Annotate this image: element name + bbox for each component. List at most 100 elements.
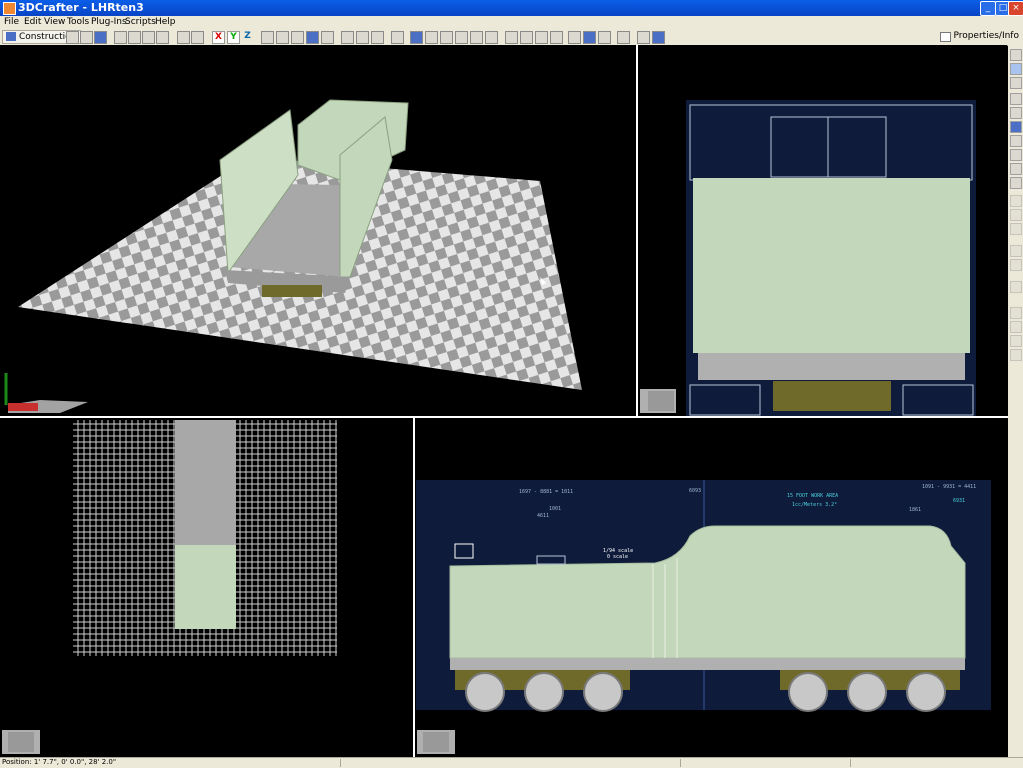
wheel-3 (583, 672, 623, 712)
blueprint-label-right-sub2: 1861 (909, 507, 921, 513)
zoom-all-icon[interactable] (291, 31, 304, 44)
fill-icon[interactable] (1010, 149, 1022, 161)
zoom-fit-icon[interactable] (261, 31, 274, 44)
help-icon[interactable] (652, 31, 665, 44)
path-icon[interactable] (425, 31, 438, 44)
lasso-icon[interactable] (1010, 77, 1022, 89)
save-icon[interactable] (94, 31, 107, 44)
split-icon[interactable] (1010, 349, 1022, 361)
new-icon[interactable] (66, 31, 79, 44)
camera-icon[interactable] (455, 31, 468, 44)
blueprint-label-center: 6093 (689, 488, 701, 494)
boolean-icon[interactable] (1010, 321, 1022, 333)
window-title: 3DCrafter - LHRten3 (18, 1, 144, 14)
perspective-viewport[interactable] (0, 45, 636, 416)
axis-icon[interactable] (1010, 177, 1022, 189)
top-model-body (175, 545, 236, 629)
blueprint-scale-b: 1cc/Meters 3.2° (792, 502, 837, 508)
zoom-region-icon[interactable] (321, 31, 334, 44)
app-icon (3, 2, 16, 15)
four-view-icon[interactable] (598, 31, 611, 44)
menu-scripts[interactable]: Scripts (125, 17, 156, 27)
wheel-2 (524, 672, 564, 712)
angle-icon[interactable] (440, 31, 453, 44)
brush-icon[interactable] (1010, 135, 1022, 147)
grid-icon[interactable] (505, 31, 518, 44)
y-axis-button[interactable]: Y (227, 31, 240, 44)
minimize-button[interactable]: _ (980, 1, 996, 16)
light-burst-icon[interactable] (391, 31, 404, 44)
paste-icon[interactable] (142, 31, 155, 44)
status-position: Position: 1' 7.7", 0' 0.0", 28' 2.0" (2, 758, 117, 766)
cylinder-icon[interactable] (1010, 259, 1022, 271)
x-axis-button[interactable]: X (212, 31, 225, 44)
cube-icon[interactable] (410, 31, 423, 44)
move-icon[interactable] (1010, 107, 1022, 119)
wheel-6 (906, 672, 946, 712)
properties-info-button[interactable]: Properties/Info (940, 30, 1019, 42)
bevel-icon[interactable] (1010, 281, 1022, 293)
viewport-divider-vertical-top[interactable] (636, 45, 638, 418)
menu-help[interactable]: Help (155, 17, 176, 27)
group-icon[interactable] (356, 31, 369, 44)
blueprint-note-b: 0 scale (607, 554, 628, 560)
undo-icon[interactable] (177, 31, 190, 44)
window-icon[interactable] (617, 31, 630, 44)
menu-tools[interactable]: Tools (67, 17, 89, 27)
cut-tool-icon[interactable] (1010, 307, 1022, 319)
select-icon[interactable] (341, 31, 354, 44)
select-box-icon[interactable] (1010, 63, 1022, 75)
copy-icon[interactable] (128, 31, 141, 44)
side-scene: 1697 - 8881 = 1011 4611 1001 6093 15 FOO… (416, 480, 991, 754)
blueprint-label-top-left-sub2: 1001 (549, 506, 561, 512)
marker-icon[interactable] (535, 31, 548, 44)
extrude-icon[interactable] (1010, 195, 1022, 207)
sphere-icon[interactable] (1010, 245, 1022, 257)
construction-icon (6, 32, 16, 41)
status-divider-1 (340, 759, 341, 767)
viewport-divider-vertical-bottom[interactable] (413, 418, 415, 757)
lightbulb-icon[interactable] (470, 31, 483, 44)
side-model-deck (450, 658, 965, 670)
right-toolbar (1008, 45, 1023, 757)
z-axis-button[interactable]: Z (242, 31, 253, 42)
open-icon[interactable] (80, 31, 93, 44)
menu-plugins[interactable]: Plug-Ins (91, 17, 127, 27)
eyedropper-icon[interactable] (1010, 163, 1022, 175)
weld-icon[interactable] (1010, 335, 1022, 347)
material-icon[interactable] (1010, 121, 1022, 133)
status-bar: Position: 1' 7.7", 0' 0.0", 28' 2.0" (0, 757, 1023, 768)
two-view-icon[interactable] (583, 31, 596, 44)
redo-icon[interactable] (191, 31, 204, 44)
properties-icon (940, 32, 952, 42)
menu-file[interactable]: File (4, 17, 19, 27)
close-button[interactable]: × (1008, 1, 1023, 16)
menu-view[interactable]: View (44, 17, 65, 27)
top-scene (2, 420, 337, 754)
single-view-icon[interactable] (568, 31, 581, 44)
sweep-icon[interactable] (1010, 223, 1022, 235)
viewport-divider-horizontal[interactable] (0, 416, 1008, 418)
front-model-body (693, 178, 970, 353)
vehicle-icon[interactable] (520, 31, 533, 44)
menu-edit[interactable]: Edit (24, 17, 41, 27)
rotate-icon[interactable] (1010, 93, 1022, 105)
lathe-icon[interactable] (1010, 209, 1022, 221)
front-viewport[interactable] (638, 45, 1007, 416)
status-divider-3 (850, 759, 851, 767)
zoom-selected-icon[interactable] (276, 31, 289, 44)
axis-gizmo (4, 373, 88, 413)
side-axis-gizmo (417, 730, 455, 754)
pointer-icon[interactable] (1010, 49, 1022, 61)
menu-bar: File Edit View Tools Plug-Ins Scripts He… (0, 16, 1023, 29)
line-icon[interactable] (485, 31, 498, 44)
cut-icon[interactable] (114, 31, 127, 44)
view-layout-icon[interactable] (306, 31, 319, 44)
side-viewport[interactable]: 1697 - 8881 = 1011 4611 1001 6093 15 FOO… (415, 418, 1007, 757)
delete-icon[interactable] (156, 31, 169, 44)
render-icon[interactable] (637, 31, 650, 44)
texture-icon[interactable] (371, 31, 384, 44)
top-viewport[interactable] (0, 418, 413, 757)
text-icon[interactable] (550, 31, 563, 44)
front-model-chassis (773, 381, 891, 411)
